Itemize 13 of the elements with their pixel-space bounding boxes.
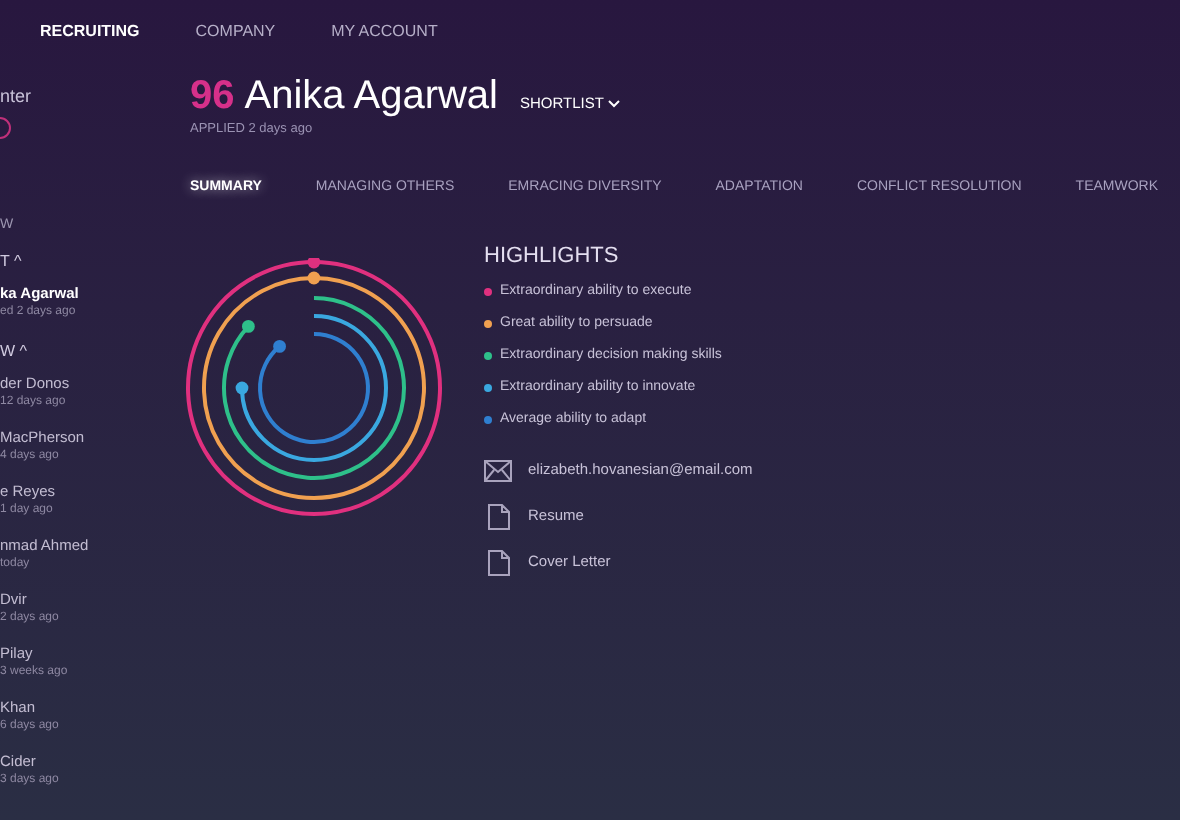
nav-link[interactable]: MY ACCOUNT (331, 20, 438, 44)
group-header[interactable]: W ^ (0, 339, 164, 363)
sidebar-title: nter (0, 84, 34, 108)
envelope-icon (484, 459, 512, 481)
caret-icon (607, 99, 620, 108)
document-icon (487, 549, 509, 575)
nav-link[interactable]: RECRUITING (40, 20, 140, 44)
document-icon (487, 503, 509, 529)
group-header[interactable]: T ^ (0, 249, 164, 273)
nav-link[interactable]: COMPANY (195, 20, 276, 44)
highlights-title: HIGHLIGHTS (484, 242, 621, 270)
candidate-name: Anika Agarwal (244, 72, 498, 120)
score: 96 (190, 72, 235, 120)
